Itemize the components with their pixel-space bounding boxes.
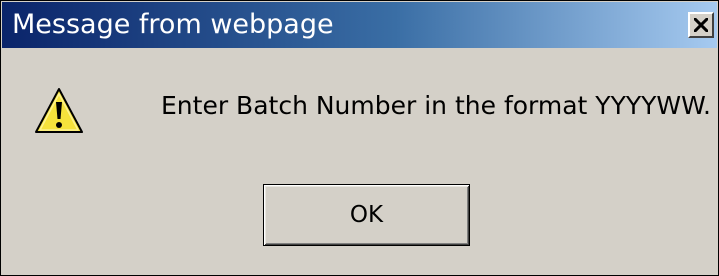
ok-button-label: OK — [349, 202, 384, 228]
message-dialog: Message from webpage Enter Batch Number … — [0, 0, 719, 276]
warning-icon — [35, 88, 83, 133]
close-button[interactable] — [688, 12, 714, 38]
ok-button[interactable]: OK — [263, 184, 470, 246]
dialog-message: Enter Batch Number in the format YYYYWW. — [161, 91, 711, 120]
title-bar[interactable]: Message from webpage — [2, 2, 717, 48]
close-icon — [694, 18, 708, 32]
window-title: Message from webpage — [12, 9, 334, 40]
